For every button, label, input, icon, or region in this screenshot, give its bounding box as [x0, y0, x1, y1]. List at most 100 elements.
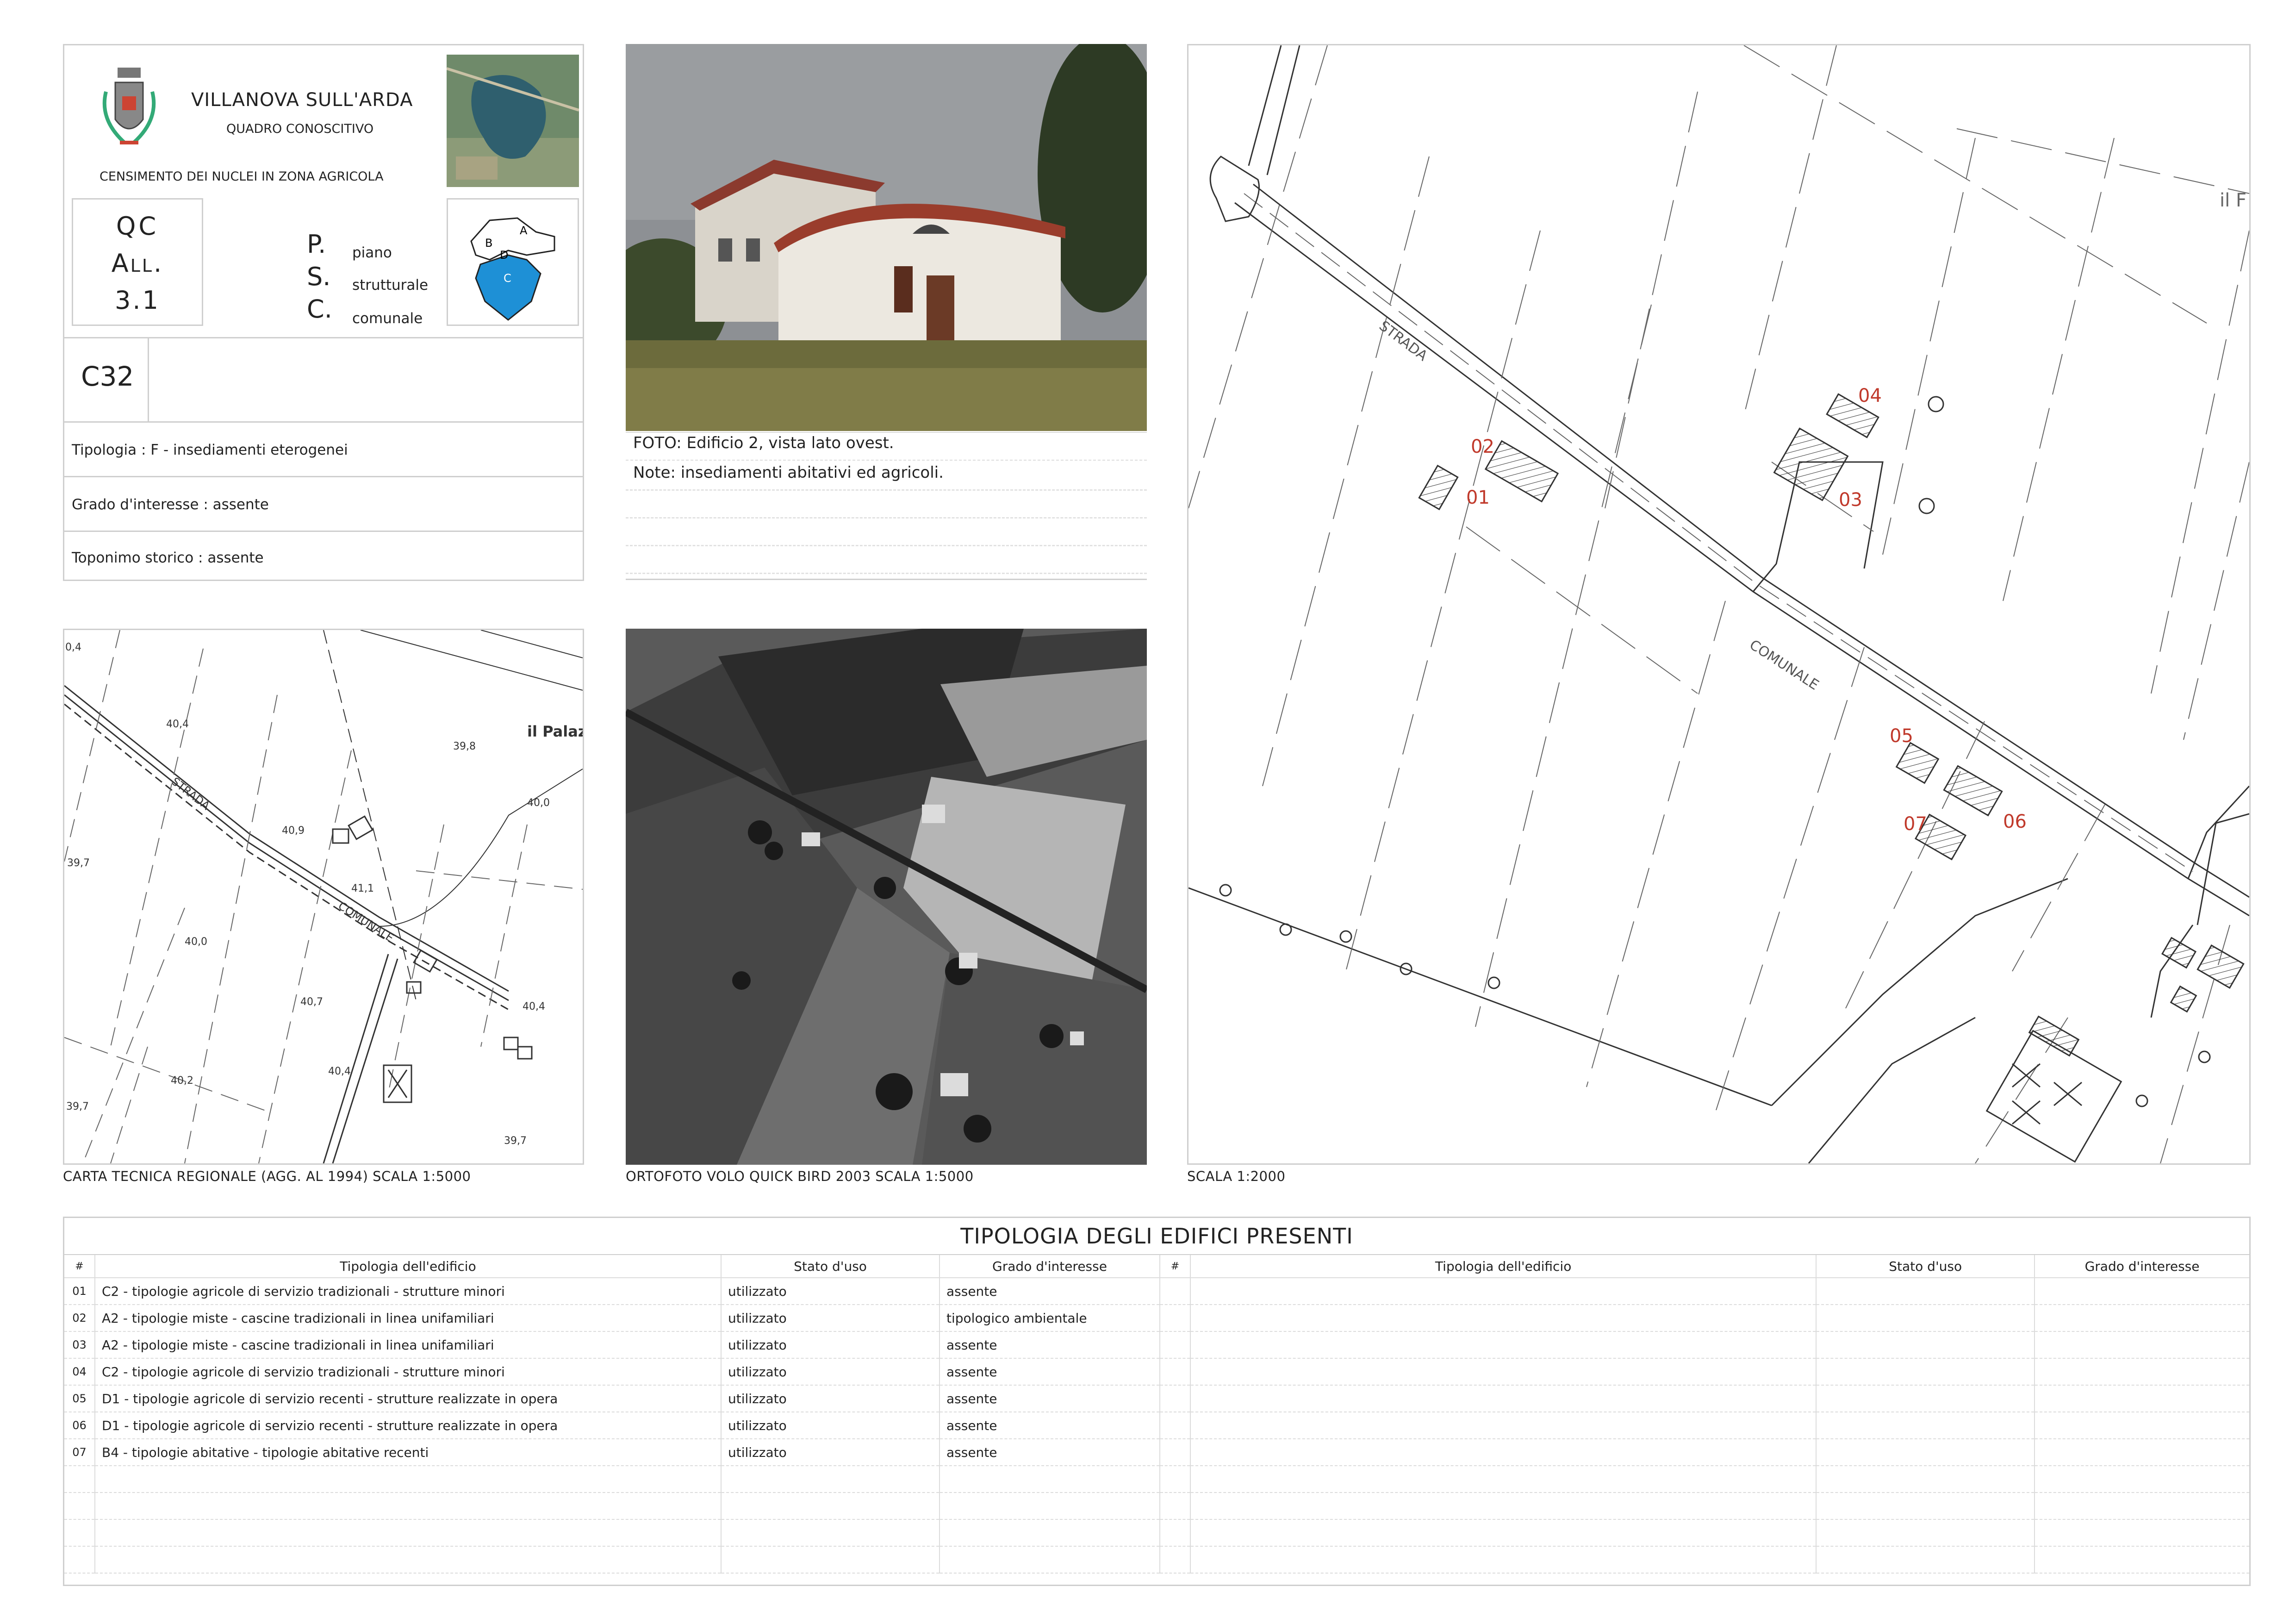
- table-row: 04 C2 - tipologie agricole di servizio t…: [64, 1358, 1159, 1386]
- qc-allegato-number: 3.1: [115, 286, 160, 315]
- building-label-04: 04: [1858, 385, 1882, 406]
- row-num: 02: [64, 1305, 95, 1332]
- note-line: [626, 573, 1147, 574]
- ctr-map-drawing: 40,4 40,9 39,8 40,0 39,7 41,1 40,0 40,7 …: [64, 630, 583, 1163]
- table-header-row: # Tipologia dell'edificio Stato d'uso Gr…: [64, 1255, 1159, 1278]
- table-row-empty: [1159, 1358, 2249, 1386]
- ctr-elev-1: 40,4: [166, 718, 189, 730]
- photo-caption: FOTO: Edificio 2, vista lato ovest.: [633, 434, 894, 452]
- table-row-empty: [1159, 1385, 2249, 1412]
- ctr-elev-11: 40,2: [171, 1075, 193, 1087]
- photo-caption-line: [626, 432, 1147, 433]
- row-grado: assente: [939, 1439, 1159, 1466]
- ctr-elev-8: 40,7: [300, 996, 323, 1008]
- ctr-caption: CARTA TECNICA REGIONALE (AGG. AL 1994) S…: [63, 1168, 471, 1184]
- table-row: 03 A2 - tipologie miste - cascine tradiz…: [64, 1331, 1159, 1359]
- zone-map: B A D C: [470, 217, 555, 321]
- ctr-elev-13: 39,7: [504, 1135, 527, 1147]
- row-grado: assente: [939, 1331, 1159, 1359]
- row-stato: utilizzato: [721, 1412, 940, 1439]
- plan-comunale-label: COMUNALE: [1747, 637, 1822, 693]
- ctr-elev-5: 39,7: [67, 857, 90, 869]
- header-panel: VILLANOVA SULL'ARDA QUADRO CONOSCITIVO C…: [63, 44, 584, 581]
- qc-allegato-label: All.: [111, 249, 164, 278]
- code-divider: [148, 338, 149, 421]
- ctr-elev-4: 40,0: [527, 797, 550, 809]
- col-grado-header: Grado d'interesse: [939, 1255, 1159, 1278]
- col-tipologia-header: Tipologia dell'edificio: [1189, 1255, 1817, 1278]
- building-label-03: 03: [1839, 489, 1862, 511]
- ctr-place-label: il Palaz: [527, 723, 583, 740]
- col-tipologia-header: Tipologia dell'edificio: [94, 1255, 721, 1278]
- col-stato-header: Stato d'uso: [1816, 1255, 2035, 1278]
- zone-b-label: B: [485, 237, 492, 250]
- row-stato: utilizzato: [721, 1439, 940, 1466]
- table-title: TIPOLOGIA DEGLI EDIFICI PRESENTI: [960, 1224, 1353, 1249]
- table-row: 07 B4 - tipologie abitative - tipologie …: [64, 1439, 1159, 1466]
- ctr-elev-10: 40,4: [328, 1066, 351, 1077]
- table-row-empty: [1159, 1278, 2249, 1305]
- table-row: 02 A2 - tipologie miste - cascine tradiz…: [64, 1305, 1159, 1332]
- table-right: # Tipologia dell'edificio Stato d'uso Gr…: [1159, 1255, 2249, 1574]
- qc-allegato-box: QC All. 3.1: [72, 198, 203, 326]
- zone-a-label: A: [520, 224, 528, 237]
- col-num-header: #: [64, 1255, 95, 1278]
- ortho-caption: ORTOFOTO VOLO QUICK BIRD 2003 SCALA 1:50…: [626, 1168, 974, 1184]
- table-row: 06 D1 - tipologie agricole di servizio r…: [64, 1412, 1159, 1439]
- row-tipologia: C2 - tipologie agricole di servizio trad…: [94, 1358, 721, 1386]
- photo-note: Note: insediamenti abitativi ed agricoli…: [633, 463, 944, 482]
- tipologia-table-right: # Tipologia dell'edificio Stato d'uso Gr…: [1159, 1255, 2249, 1574]
- table-row-empty: [64, 1546, 1159, 1574]
- census-title: CENSIMENTO DEI NUCLEI IN ZONA AGRICOLA: [100, 169, 384, 184]
- table-row-empty: [64, 1519, 1159, 1547]
- row-stato: utilizzato: [721, 1278, 940, 1305]
- table-row-empty: [64, 1493, 1159, 1520]
- grado-text: Grado d'interesse : assente: [72, 496, 269, 513]
- row-num: 07: [64, 1439, 95, 1466]
- row-stato: utilizzato: [721, 1331, 940, 1359]
- building-label-05: 05: [1890, 725, 1913, 747]
- zone-map-box: B A D C: [447, 198, 579, 326]
- table-row-empty: [1159, 1546, 2249, 1574]
- building-label-06: 06: [2003, 811, 2027, 832]
- tipologia-table-left: # Tipologia dell'edificio Stato d'uso Gr…: [64, 1255, 1159, 1574]
- municipality-name: VILLANOVA SULL'ARDA: [191, 89, 413, 111]
- plan-map: STRADA COMUNALE il F 01 02 03 04 05 06 0…: [1187, 44, 2251, 1165]
- ctr-elev-6: 41,1: [351, 883, 374, 894]
- row-tipologia: A2 - tipologie miste - cascine tradizion…: [94, 1331, 721, 1359]
- photo-panel: FOTO: Edificio 2, vista lato ovest. Note…: [626, 44, 1147, 581]
- header-subtitle: QUADRO CONOSCITIVO: [226, 122, 374, 136]
- grado-row: Grado d'interesse : assente: [64, 476, 583, 531]
- orthophoto: [626, 629, 1147, 1165]
- scheda-code: C32: [81, 361, 134, 392]
- code-row: C32: [64, 337, 583, 421]
- row-tipologia: A2 - tipologie miste - cascine tradizion…: [94, 1305, 721, 1332]
- toponimo-text: Toponimo storico : assente: [72, 550, 264, 566]
- ctr-map: 40,4 40,9 39,8 40,0 39,7 41,1 40,0 40,7 …: [63, 629, 584, 1165]
- row-grado: assente: [939, 1385, 1159, 1412]
- table-row-empty: [1159, 1439, 2249, 1466]
- table-row-empty: [1159, 1493, 2249, 1520]
- table-row-empty: [64, 1466, 1159, 1493]
- row-num: 05: [64, 1385, 95, 1412]
- table-row-empty: [1159, 1305, 2249, 1332]
- psc-piano: piano: [352, 244, 392, 261]
- aerial-thumbnail: [447, 55, 579, 187]
- row-grado: assente: [939, 1278, 1159, 1305]
- row-num: 06: [64, 1412, 95, 1439]
- table-row: 01 C2 - tipologie agricole di servizio t…: [64, 1278, 1159, 1305]
- row-num: 03: [64, 1331, 95, 1359]
- zone-c-label: C: [504, 272, 511, 285]
- row-grado: assente: [939, 1358, 1159, 1386]
- psc-s: S.: [307, 262, 331, 291]
- note-line: [626, 545, 1147, 546]
- row-tipologia: D1 - tipologie agricole di servizio rece…: [94, 1412, 721, 1439]
- row-stato: utilizzato: [721, 1305, 940, 1332]
- orthophoto-image: [626, 629, 1147, 1165]
- tipologia-row: Tipologia : F - insediamenti eterogenei: [64, 421, 583, 476]
- row-tipologia: D1 - tipologie agricole di servizio rece…: [94, 1385, 721, 1412]
- row-num: 04: [64, 1358, 95, 1386]
- ctr-elev-9: 40,4: [523, 1001, 545, 1012]
- ctr-elev-12: 39,7: [66, 1101, 89, 1112]
- row-num: 01: [64, 1278, 95, 1305]
